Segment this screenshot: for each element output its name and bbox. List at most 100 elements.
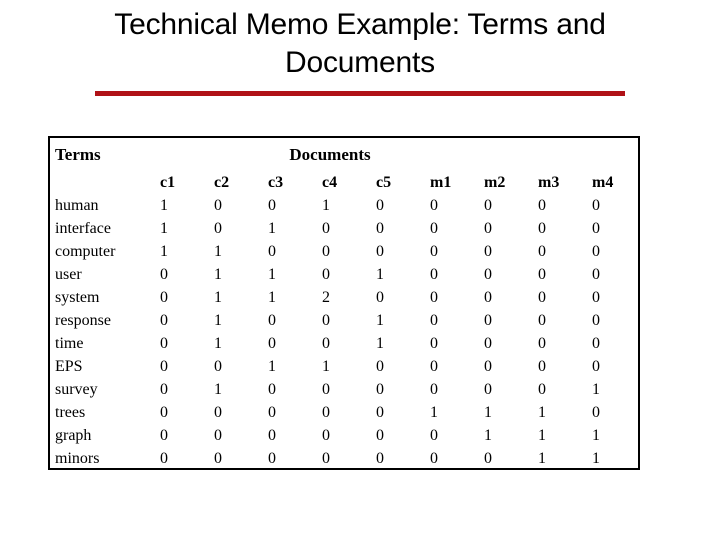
- matrix-cell: 0: [160, 358, 168, 375]
- matrix-cell: 1: [214, 381, 222, 398]
- matrix-column-header-m3: m3: [538, 174, 560, 191]
- matrix-column-header-m1: m1: [430, 174, 452, 191]
- matrix-cell: 1: [160, 197, 168, 214]
- matrix-cell: 0: [268, 404, 276, 421]
- matrix-cell: 0: [592, 404, 600, 421]
- matrix-cell: 0: [268, 197, 276, 214]
- matrix-cell: 0: [376, 404, 384, 421]
- table-row: response 0 1 0 0 1 0 0 0 0: [50, 309, 638, 332]
- matrix-cell: 0: [160, 335, 168, 352]
- matrix-cell: 0: [376, 381, 384, 398]
- matrix-cell: 0: [322, 220, 330, 237]
- term-label: minors: [55, 450, 100, 467]
- matrix-column-header-c5: c5: [376, 174, 392, 191]
- matrix-cell: 0: [376, 450, 384, 467]
- term-label: graph: [55, 427, 92, 444]
- matrix-cell: 1: [376, 266, 384, 283]
- matrix-cell: 0: [430, 289, 438, 306]
- term-label: survey: [55, 381, 98, 398]
- matrix-cell: 0: [376, 358, 384, 375]
- matrix-cell: 1: [430, 404, 438, 421]
- matrix-column-header-c3: c3: [268, 174, 284, 191]
- matrix-cell: 1: [538, 450, 546, 467]
- term-label: EPS: [55, 358, 83, 375]
- matrix-cell: 1: [268, 289, 276, 306]
- matrix-cell: 0: [322, 427, 330, 444]
- matrix-cell: 0: [592, 266, 600, 283]
- term-label: interface: [55, 220, 111, 237]
- matrix-cell: 0: [538, 243, 546, 260]
- matrix-cell: 0: [322, 312, 330, 329]
- matrix-cell: 0: [430, 220, 438, 237]
- matrix-cell: 1: [214, 335, 222, 352]
- matrix-cell: 0: [484, 289, 492, 306]
- matrix-cell: 1: [592, 381, 600, 398]
- documents-section-header: Documents: [289, 145, 371, 164]
- matrix-grid: c1 c2 c3 c4 c5 m1 m2 m3 m4 human 1 0 0 1 0 0 0 0 0 interfac…: [50, 171, 638, 470]
- matrix-cell: 1: [214, 312, 222, 329]
- matrix-cell: 0: [160, 312, 168, 329]
- matrix-cell: 0: [160, 289, 168, 306]
- term-label: user: [55, 266, 82, 283]
- matrix-cell: 0: [592, 335, 600, 352]
- matrix-cell: 0: [592, 312, 600, 329]
- table-row: graph 0 0 0 0 0 0 1 1 1: [50, 424, 638, 447]
- table-row: time 0 1 0 0 1 0 0 0 0: [50, 332, 638, 355]
- matrix-cell: 0: [322, 404, 330, 421]
- matrix-cell: 0: [322, 266, 330, 283]
- matrix-column-header-m4: m4: [592, 174, 614, 191]
- matrix-cell: 0: [484, 266, 492, 283]
- matrix-cell: 0: [376, 427, 384, 444]
- matrix-cell: 1: [376, 335, 384, 352]
- matrix-cell: 0: [430, 197, 438, 214]
- matrix-cell: 0: [160, 381, 168, 398]
- matrix-column-header-row: c1 c2 c3 c4 c5 m1 m2 m3 m4: [50, 171, 638, 194]
- term-label: time: [55, 335, 84, 352]
- matrix-cell: 0: [430, 381, 438, 398]
- matrix-cell: 1: [538, 427, 546, 444]
- matrix-cell: 0: [430, 266, 438, 283]
- matrix-cell: 0: [430, 450, 438, 467]
- matrix-cell: 0: [592, 243, 600, 260]
- matrix-cell: 1: [376, 312, 384, 329]
- matrix-column-header-c1: c1: [160, 174, 176, 191]
- matrix-cell: 0: [268, 427, 276, 444]
- matrix-cell: 1: [484, 404, 492, 421]
- terms-section-header: Terms: [55, 145, 101, 164]
- table-row: user 0 1 1 0 1 0 0 0 0: [50, 263, 638, 286]
- table-row: survey 0 1 0 0 0 0 0 0 1: [50, 378, 638, 401]
- matrix-cell: 0: [214, 404, 222, 421]
- matrix-cell: 0: [484, 243, 492, 260]
- matrix-cell: 0: [430, 243, 438, 260]
- matrix-section-headers: Terms Documents: [50, 145, 638, 169]
- table-row: system 0 1 1 2 0 0 0 0 0: [50, 286, 638, 309]
- term-label: system: [55, 289, 100, 306]
- matrix-cell: 0: [376, 289, 384, 306]
- matrix-cell: 0: [160, 450, 168, 467]
- matrix-column-header-m2: m2: [484, 174, 506, 191]
- matrix-cell: 2: [322, 289, 330, 306]
- matrix-cell: 1: [322, 358, 330, 375]
- table-row: trees 0 0 0 0 0 1 1 1 0: [50, 401, 638, 424]
- term-document-matrix: Terms Documents c1 c2 c3 c4 c5 m1 m2 m3 m4 human 1…: [48, 136, 640, 470]
- matrix-cell: 0: [214, 197, 222, 214]
- table-row: EPS 0 0 1 1 0 0 0 0 0: [50, 355, 638, 378]
- matrix-cell: 1: [160, 243, 168, 260]
- matrix-cell: 0: [268, 243, 276, 260]
- matrix-cell: 0: [430, 335, 438, 352]
- matrix-cell: 0: [592, 220, 600, 237]
- matrix-cell: 0: [538, 312, 546, 329]
- matrix-cell: 0: [214, 427, 222, 444]
- matrix-cell: 0: [160, 427, 168, 444]
- matrix-cell: 1: [214, 266, 222, 283]
- matrix-cell: 0: [484, 197, 492, 214]
- matrix-cell: 0: [160, 404, 168, 421]
- matrix-cell: 0: [430, 427, 438, 444]
- matrix-cell: 1: [268, 358, 276, 375]
- matrix-cell: 0: [214, 220, 222, 237]
- table-row: interface 1 0 1 0 0 0 0 0 0: [50, 217, 638, 240]
- matrix-cell: 0: [268, 335, 276, 352]
- matrix-cell: 0: [538, 197, 546, 214]
- matrix-cell: 1: [484, 427, 492, 444]
- matrix-cell: 0: [268, 381, 276, 398]
